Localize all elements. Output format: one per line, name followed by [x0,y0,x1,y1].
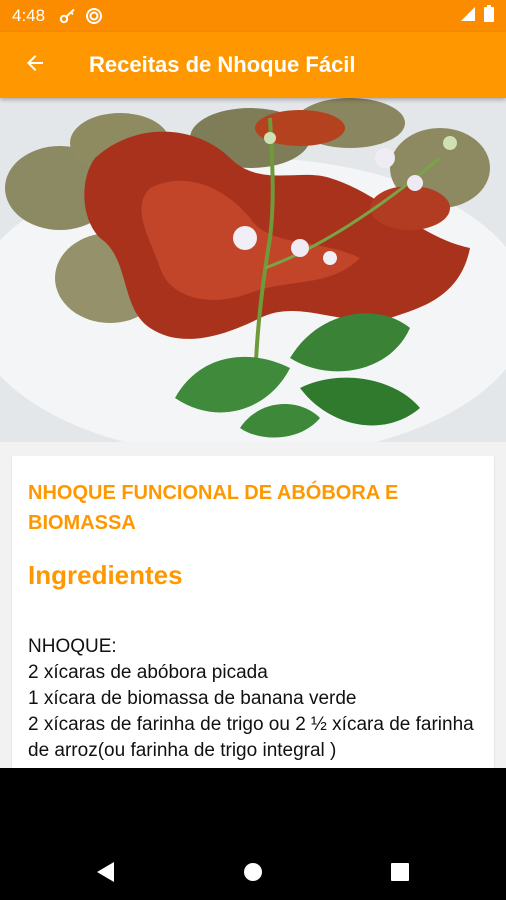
recipe-card: NHOQUE FUNCIONAL DE ABÓBORA E BIOMASSA I… [12,456,494,768]
page-title: Receitas de Nhoque Fácil [89,52,356,77]
back-button[interactable] [0,32,70,98]
ingredient-line: NHOQUE: [28,636,117,657]
app-bar: Receitas de Nhoque Fácil [0,32,506,98]
recents-square-icon [391,862,409,886]
nav-back-button[interactable] [86,854,126,894]
ingredient-line: 1 xícara de biomassa de banana verde [28,688,357,709]
home-circle-icon [243,862,263,887]
battery-icon [484,5,494,27]
nav-home-button[interactable] [233,854,273,894]
ingredient-line: 2 xícaras de farinha de trigo ou 2 ½ xíc… [28,714,479,761]
sync-icon [85,7,103,25]
ingredient-line: 2 xícaras de abóbora picada [28,662,268,683]
recipe-photo [0,98,506,442]
signal-icon [460,6,476,27]
ingredients-list: NHOQUE: 2 xícaras de abóbora picada 1 xí… [28,634,478,764]
nav-recents-button[interactable] [380,854,420,894]
status-time: 4:48 [12,6,46,25]
recipe-title: NHOQUE FUNCIONAL DE ABÓBORA E BIOMASSA [28,482,399,534]
ingredients-heading: Ingredientes [28,560,183,590]
key-icon [59,8,77,24]
status-bar: 4:48 [0,0,506,32]
system-nav-bar [0,768,506,900]
back-triangle-icon [96,861,116,888]
arrow-back-icon [23,51,47,80]
recipe-content[interactable]: NHOQUE FUNCIONAL DE ABÓBORA E BIOMASSA I… [0,98,506,768]
